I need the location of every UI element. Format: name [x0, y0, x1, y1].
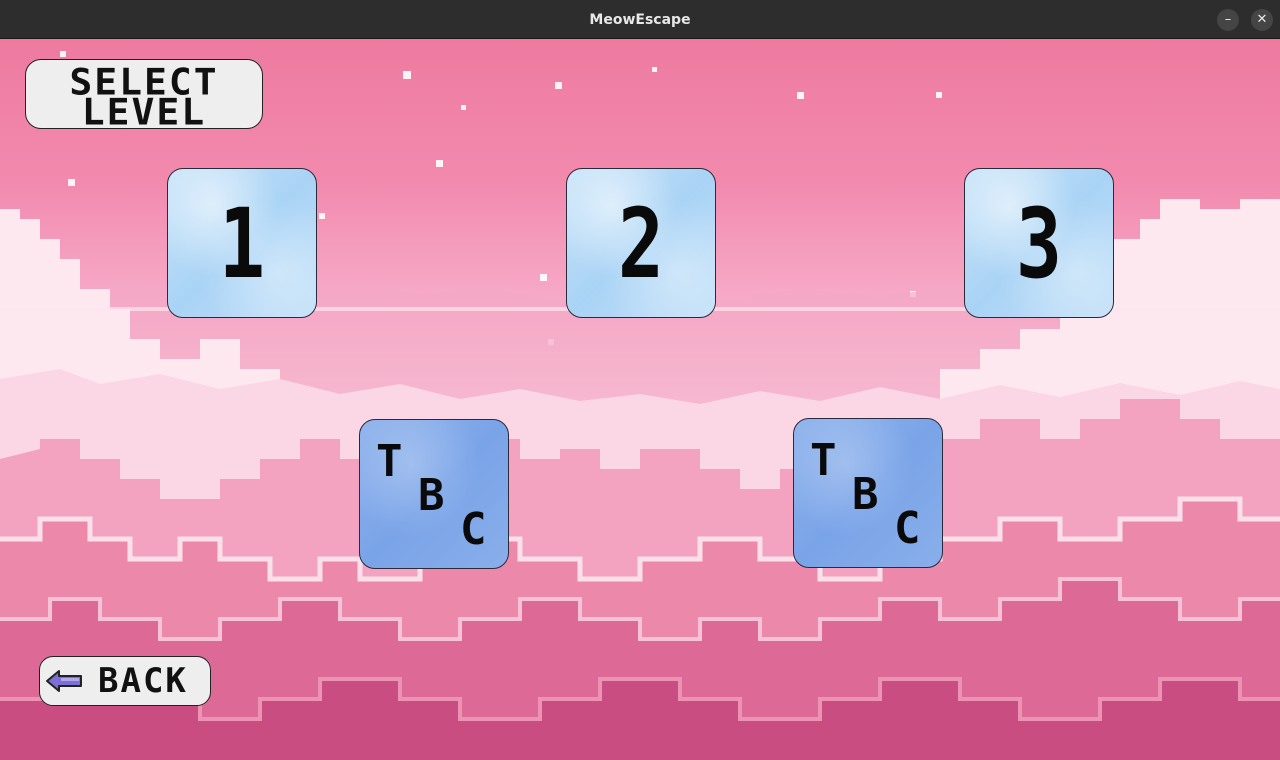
level-2-button[interactable]: 2 — [566, 168, 716, 318]
level-3-button[interactable]: 3 — [964, 168, 1114, 318]
minimize-button[interactable]: – — [1217, 9, 1239, 31]
tbc-letter-t: T — [810, 435, 837, 486]
game-scene: SELECT LEVEL 1 2 3 T B C T B C BACK — [0, 39, 1280, 760]
select-level-header: SELECT LEVEL — [25, 59, 263, 133]
tbc-level-button[interactable]: T B C — [793, 418, 943, 568]
cloud-background — [0, 51, 1280, 760]
tbc-letter-c: C — [460, 504, 487, 555]
back-button[interactable]: BACK — [39, 656, 211, 706]
level-number: 3 — [1015, 188, 1063, 300]
left-arrow-icon — [46, 670, 82, 692]
app-window: MeowEscape – ✕ SELECT LEVEL 1 2 3 T B C … — [0, 0, 1280, 760]
back-label: BACK — [98, 661, 188, 701]
window-title: MeowEscape — [589, 12, 691, 28]
tbc-letter-c: C — [894, 503, 921, 554]
tbc-level-button[interactable]: T B C — [359, 419, 509, 569]
level-1-button[interactable]: 1 — [167, 168, 317, 318]
tbc-letter-b: B — [418, 470, 445, 521]
level-number: 2 — [617, 188, 665, 300]
close-button[interactable]: ✕ — [1251, 9, 1273, 31]
level-number: 1 — [218, 188, 266, 300]
tbc-letter-b: B — [852, 469, 879, 520]
header-line-2: LEVEL — [81, 91, 207, 133]
title-bar[interactable]: MeowEscape – ✕ — [0, 0, 1280, 39]
tbc-letter-t: T — [376, 436, 403, 487]
